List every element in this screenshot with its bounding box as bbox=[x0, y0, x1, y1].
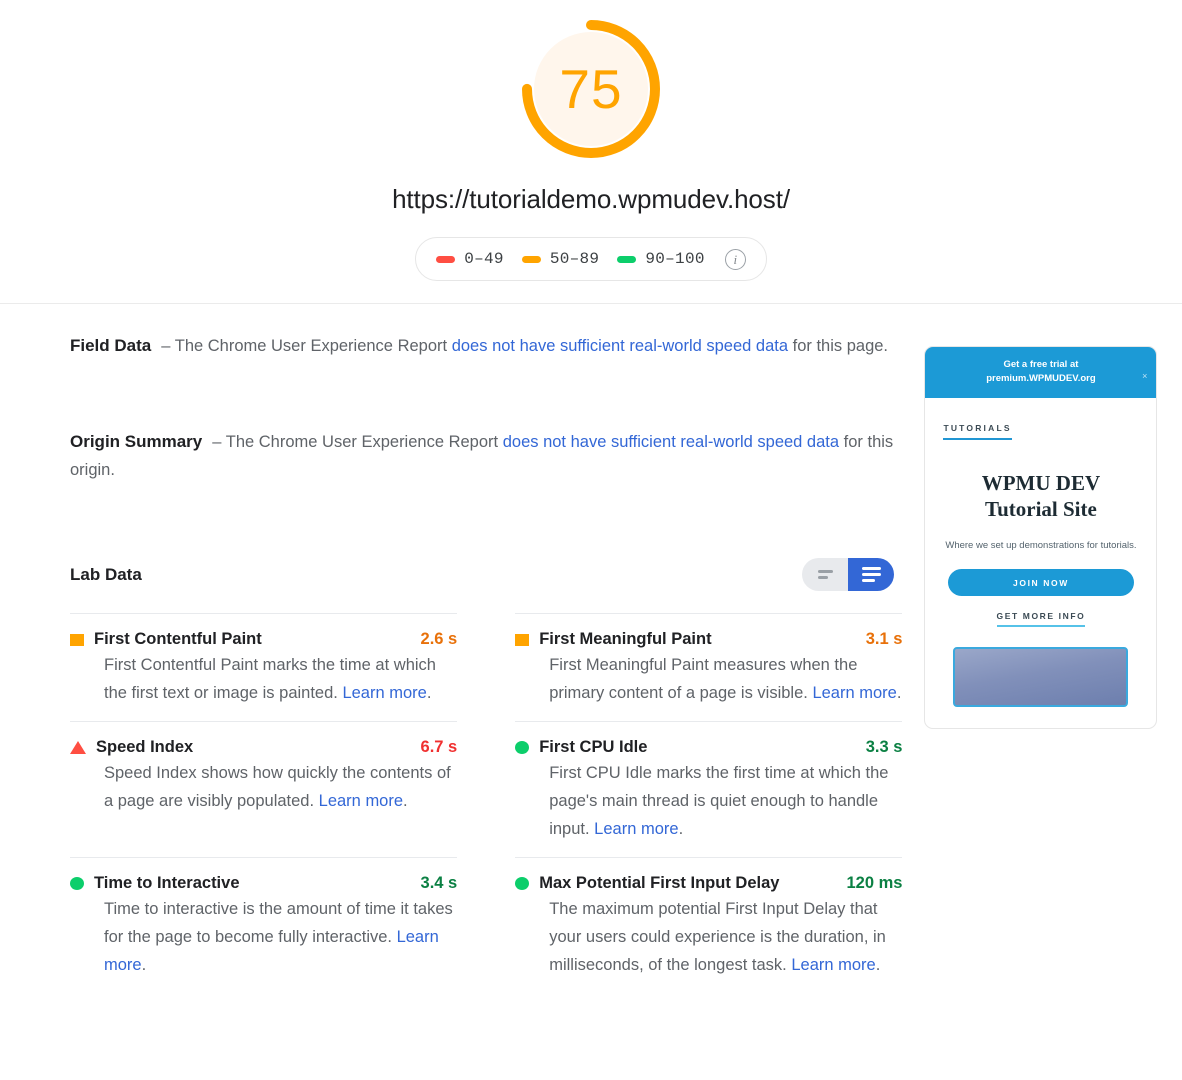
metric-value: 3.4 s bbox=[420, 874, 458, 892]
lab-data-header: Lab Data bbox=[70, 558, 902, 591]
legend-item-orange: 50–89 bbox=[521, 250, 600, 268]
metric-status-circle-icon bbox=[515, 877, 530, 890]
thumbnail-banner-line2: premium.WPMUDEV.org bbox=[986, 373, 1096, 384]
metric-value: 3.3 s bbox=[865, 738, 903, 756]
metric-value: 6.7 s bbox=[420, 738, 458, 756]
metric-name: First Contentful Paint bbox=[94, 630, 262, 648]
lab-data-view-toggle[interactable] bbox=[802, 558, 895, 591]
field-data-text-before: The Chrome User Experience Report bbox=[174, 337, 448, 355]
metric-card: First CPU Idle 3.3 s First CPU Idle marks … bbox=[515, 721, 903, 857]
thumbnail-kicker: TUTORIALS bbox=[943, 423, 1012, 440]
metric-header: Speed Index 6.7 s bbox=[70, 738, 457, 757]
tested-url: https://tutorialdemo.wpmudev.host/ bbox=[392, 184, 790, 214]
thumbnail-promo-banner: Get a free trial at premium.WPMUDEV.org … bbox=[925, 347, 1157, 398]
score-header: 75 https://tutorialdemo.wpmudev.host/ 0–… bbox=[0, 0, 1182, 304]
thumbnail-join-now-button: JOIN NOW bbox=[947, 569, 1134, 596]
thumbnail-title-line1: WPMU DEV bbox=[981, 471, 1101, 495]
field-data-link[interactable]: does not have sufficient real-world spee… bbox=[452, 337, 788, 355]
expanded-list-icon bbox=[861, 567, 881, 582]
metric-status-square-icon bbox=[515, 633, 530, 646]
info-icon[interactable]: i bbox=[724, 248, 746, 270]
metric-card: Max Potential First Input Delay 120 ms The… bbox=[515, 857, 903, 993]
origin-summary-dash: – bbox=[212, 433, 222, 451]
thumbnail-get-more-info-link: GET MORE INFO bbox=[996, 611, 1086, 627]
metric-status-square-icon bbox=[70, 633, 84, 646]
metric-description: First Contentful Paint marks the time at… bbox=[104, 656, 436, 702]
metric-description: Speed Index shows how quickly the conten… bbox=[104, 764, 451, 810]
origin-summary-paragraph: Origin Summary – The Chrome User Experien… bbox=[70, 428, 902, 484]
metric-description: First Meaningful Paint measures when the… bbox=[549, 656, 902, 702]
metric-learn-more-link[interactable]: Learn more bbox=[594, 820, 678, 838]
metric-description: The maximum potential First Input Delay … bbox=[549, 900, 886, 974]
performance-gauge: 75 bbox=[516, 14, 666, 164]
origin-summary-text-before: The Chrome User Experience Report bbox=[225, 433, 499, 451]
thumbnail-hero-image bbox=[953, 647, 1129, 707]
lab-metrics-grid: First Contentful Paint 2.6 s First Content… bbox=[70, 613, 903, 993]
field-data-text-after: for this page. bbox=[792, 337, 889, 355]
report-side-column: Get a free trial at premium.WPMUDEV.org … bbox=[902, 332, 1158, 993]
metric-learn-more-link[interactable]: Learn more bbox=[791, 956, 875, 974]
metric-name: Time to Interactive bbox=[94, 874, 240, 892]
field-data-section: Field Data – The Chrome User Experience R… bbox=[70, 332, 902, 360]
metric-status-circle-icon bbox=[515, 741, 530, 754]
legend-item-green: 90–100 bbox=[617, 250, 704, 268]
field-data-paragraph: Field Data – The Chrome User Experience R… bbox=[70, 332, 902, 360]
thumbnail-title-line2: Tutorial Site bbox=[985, 497, 1097, 521]
metric-card: First Meaningful Paint 3.1 s First Meaning… bbox=[515, 613, 903, 721]
metric-header: First CPU Idle 3.3 s bbox=[515, 738, 902, 757]
metric-value: 3.1 s bbox=[865, 630, 903, 648]
legend-swatch-red bbox=[436, 255, 456, 263]
metric-card: Time to Interactive 3.4 s Time to interact… bbox=[70, 857, 458, 993]
origin-summary-section: Origin Summary – The Chrome User Experien… bbox=[70, 428, 902, 484]
metric-learn-more-link[interactable]: Learn more bbox=[342, 684, 426, 702]
metric-name: Speed Index bbox=[96, 738, 194, 756]
field-data-title: Field Data bbox=[70, 336, 152, 355]
metric-name: First Meaningful Paint bbox=[539, 630, 712, 648]
lab-data-title: Lab Data bbox=[70, 564, 142, 584]
toggle-compact-view[interactable] bbox=[802, 558, 849, 591]
metric-name: Max Potential First Input Delay bbox=[539, 874, 780, 892]
metric-header: First Meaningful Paint 3.1 s bbox=[515, 630, 902, 649]
metric-status-triangle-icon bbox=[70, 741, 86, 754]
thumbnail-subtitle: Where we set up demonstrations for tutor… bbox=[945, 540, 1137, 551]
metric-learn-more-link[interactable]: Learn more bbox=[812, 684, 896, 702]
thumbnail-title: WPMU DEV Tutorial Site bbox=[943, 470, 1138, 522]
legend-label-green: 90–100 bbox=[645, 250, 705, 268]
field-data-dash: – bbox=[161, 337, 171, 355]
metric-value: 2.6 s bbox=[420, 630, 458, 648]
page-screenshot-thumbnail: Get a free trial at premium.WPMUDEV.org … bbox=[924, 346, 1158, 729]
compact-list-icon bbox=[817, 570, 833, 579]
metric-header: Max Potential First Input Delay 120 ms bbox=[515, 874, 902, 893]
thumbnail-banner-close-icon: × bbox=[1142, 371, 1148, 381]
metric-description: Time to interactive is the amount of tim… bbox=[104, 900, 453, 974]
toggle-expanded-view[interactable] bbox=[848, 558, 895, 591]
legend-label-orange: 50–89 bbox=[549, 250, 600, 268]
metric-card: Speed Index 6.7 s Speed Index shows how qu… bbox=[70, 721, 458, 857]
metric-header: Time to Interactive 3.4 s bbox=[70, 874, 457, 893]
metric-learn-more-link[interactable]: Learn more bbox=[104, 928, 439, 974]
legend-swatch-orange bbox=[521, 255, 541, 263]
legend-label-red: 0–49 bbox=[464, 250, 504, 268]
report-body: Field Data – The Chrome User Experience R… bbox=[0, 304, 1182, 993]
metric-status-circle-icon bbox=[70, 877, 84, 890]
metric-value: 120 ms bbox=[846, 874, 903, 892]
thumbnail-banner-line1: Get a free trial at bbox=[1003, 359, 1079, 370]
legend-item-red: 0–49 bbox=[436, 250, 504, 268]
metric-card: First Contentful Paint 2.6 s First Content… bbox=[70, 613, 458, 721]
report-main-column: Field Data – The Chrome User Experience R… bbox=[24, 332, 903, 993]
metric-description: First CPU Idle marks the first time at w… bbox=[549, 764, 889, 838]
thumbnail-content: TUTORIALS WPMU DEV Tutorial Site Where w… bbox=[925, 398, 1156, 728]
score-legend: 0–49 50–89 90–100 i bbox=[415, 237, 767, 281]
pagespeed-report: 75 https://tutorialdemo.wpmudev.host/ 0–… bbox=[0, 0, 1182, 1080]
metric-name: First CPU Idle bbox=[539, 738, 648, 756]
metric-learn-more-link[interactable]: Learn more bbox=[319, 792, 403, 810]
origin-summary-title: Origin Summary bbox=[70, 432, 203, 451]
metric-header: First Contentful Paint 2.6 s bbox=[70, 630, 457, 649]
origin-summary-link[interactable]: does not have sufficient real-world spee… bbox=[503, 433, 839, 451]
legend-swatch-green bbox=[617, 255, 637, 263]
score-value: 75 bbox=[559, 57, 623, 120]
